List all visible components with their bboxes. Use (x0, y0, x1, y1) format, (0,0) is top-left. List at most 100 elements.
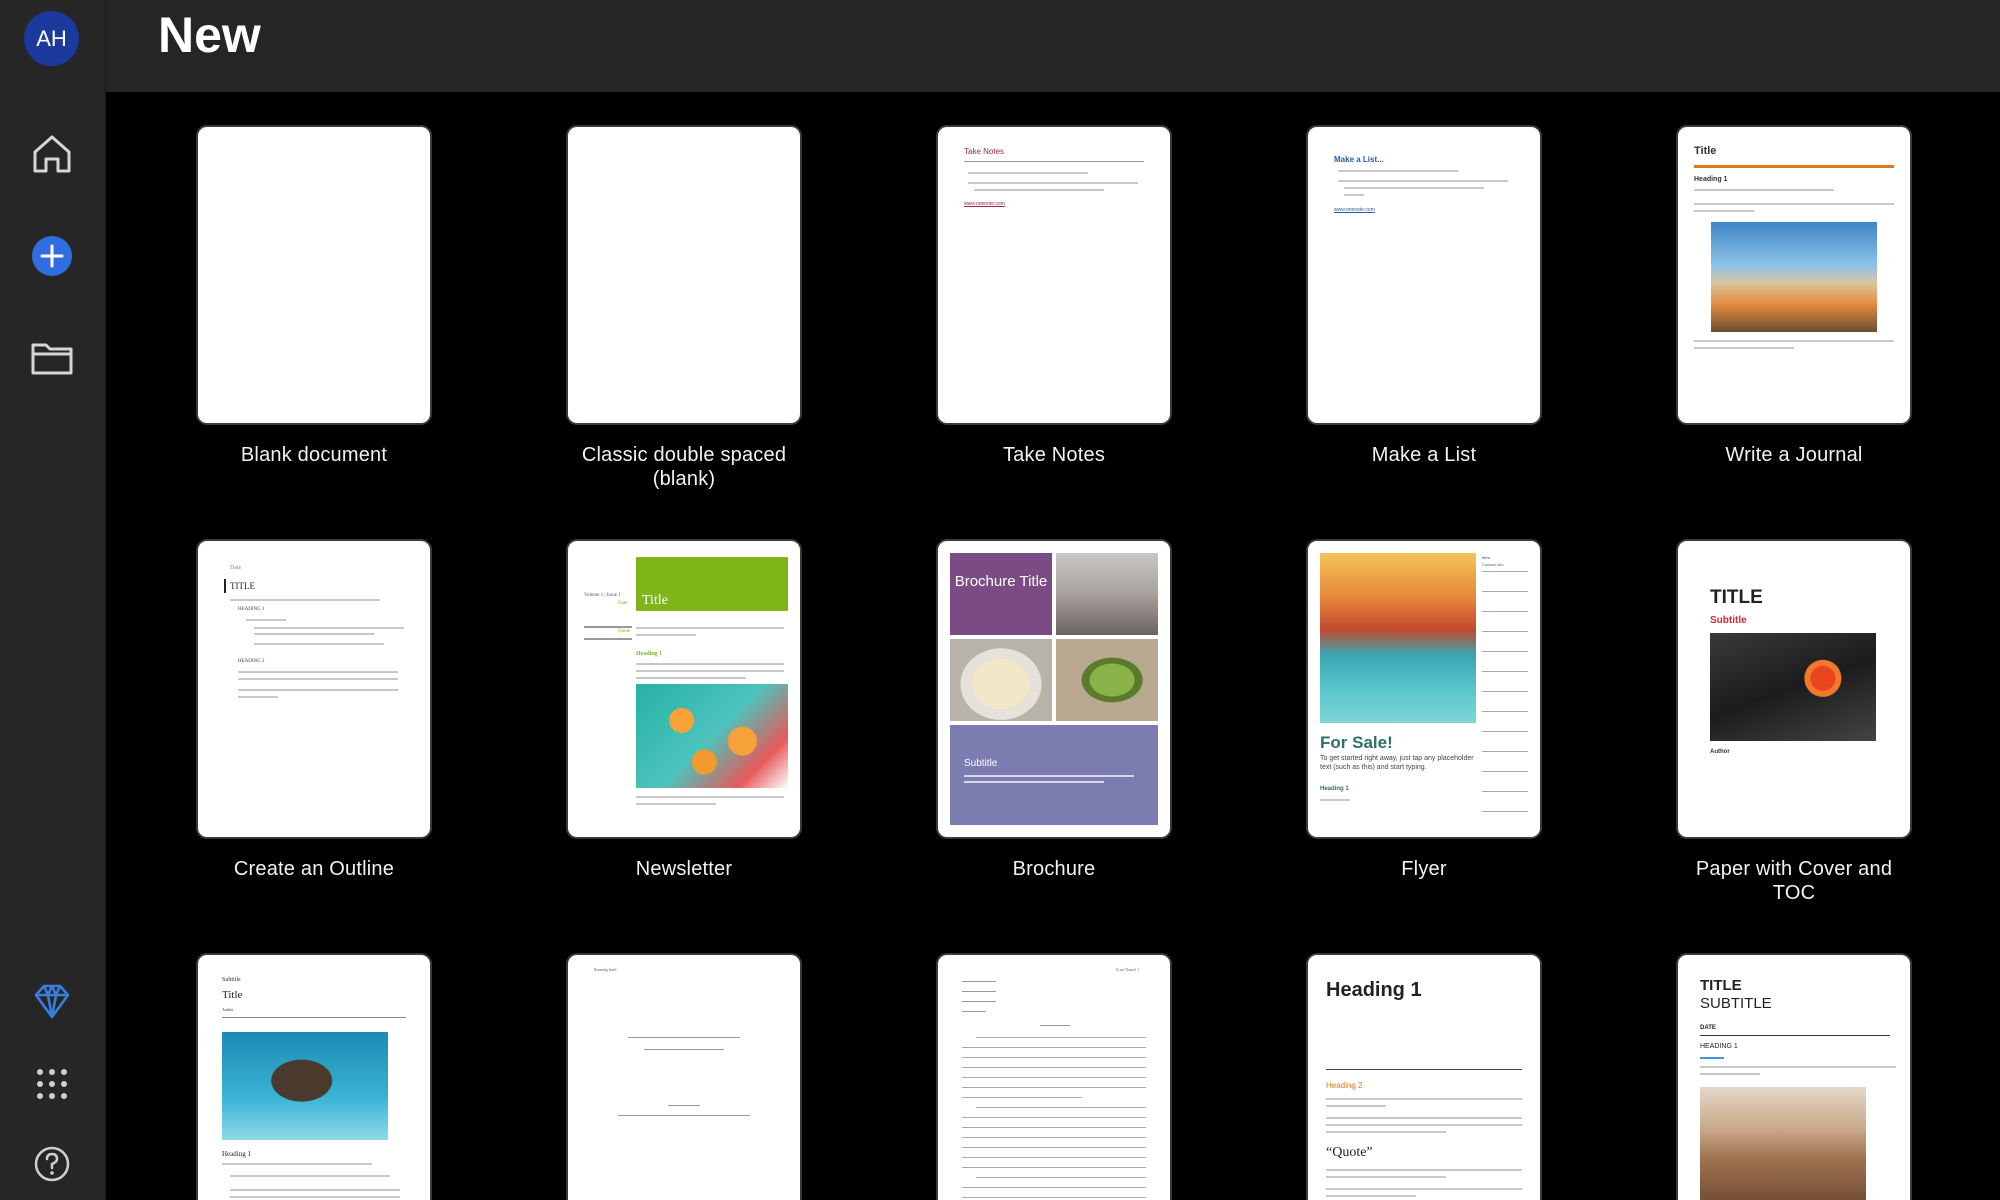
thumb-subtitle: Subtitle (964, 758, 998, 769)
thumb-photo (1320, 553, 1476, 723)
thumb-heading: Heading 1 (1320, 786, 1349, 792)
thumb-photo (1700, 1087, 1866, 1200)
thumb-subtitle: Subtitle (1710, 615, 1747, 626)
apps-button[interactable] (22, 1054, 82, 1114)
template-brochure[interactable]: Brochure Title Subtitle Brochure (938, 541, 1170, 881)
template-thumbnail[interactable]: Take Notes www.onenote.com (938, 127, 1170, 423)
thumb-heading: Heading 1 (1694, 176, 1728, 183)
template-thumbnail[interactable]: Subtitle Title Author Heading 1 (198, 955, 430, 1200)
thumb-title: Title (642, 593, 668, 608)
diamond-icon (34, 984, 70, 1019)
template-label: Take Notes (1002, 444, 1106, 466)
help-icon (34, 1146, 70, 1182)
template-thumbnail[interactable]: Heading 1 Heading 2 “Quote” (1308, 955, 1540, 1200)
template-thumbnail[interactable]: Running head (568, 955, 800, 1200)
template-label: Newsletter (635, 858, 733, 880)
template-thumbnail[interactable]: Title Heading 1 (1678, 127, 1910, 423)
grid-dots-icon (37, 1069, 67, 1099)
template-create-an-outline[interactable]: Date TITLE HEADING 1 HEADING 2 Create an… (198, 541, 430, 881)
template-row3-5[interactable]: TITLE SUBTITLE DATE HEADING 1 (1678, 955, 1910, 1200)
thumb-title: Title (1694, 145, 1717, 157)
thumb-photo-pasta (950, 639, 1052, 721)
open-button[interactable] (22, 328, 82, 388)
thumb-h1: HEADING 1 (238, 607, 265, 612)
home-button[interactable] (22, 124, 82, 184)
header: New (106, 0, 2000, 92)
home-icon (33, 135, 71, 173)
template-take-notes[interactable]: Take Notes www.onenote.com Take Notes (938, 127, 1170, 467)
word-app: AH New Blank document Classic double spa… (0, 0, 2000, 1200)
template-write-a-journal[interactable]: Title Heading 1 Write a Journal (1678, 127, 1910, 467)
template-newsletter[interactable]: Title Volume 1 | Issue 1 Date Quote Head… (568, 541, 800, 881)
thumb-photo (1710, 633, 1876, 741)
template-classic-double-spaced[interactable]: Classic double spaced (blank) (568, 127, 800, 491)
thumb-photo (636, 684, 788, 788)
thumb-title: TITLE (1700, 977, 1742, 994)
thumb-heading: Heading 1 (222, 1150, 251, 1158)
avatar[interactable]: AH (24, 11, 79, 66)
thumb-header: [Last Name] 1 (1116, 967, 1140, 972)
thumb-title: Make a List... (1334, 155, 1384, 164)
thumb-date: Date (230, 565, 242, 571)
thumb-heading: HEADING 1 (1700, 1043, 1738, 1050)
template-thumbnail[interactable]: Brochure Title Subtitle (938, 541, 1170, 837)
thumb-title: For Sale! (1320, 733, 1393, 752)
thumb-title: Heading 1 (1326, 979, 1422, 1001)
template-flyer[interactable]: For Sale! To get started right away, jus… (1308, 541, 1540, 881)
thumb-link: www.onenote.com (964, 201, 1005, 207)
thumb-title: TITLE (230, 581, 255, 591)
thumb-body: To get started right away, just tap any … (1320, 755, 1474, 771)
template-thumbnail[interactable]: Date TITLE HEADING 1 HEADING 2 (198, 541, 430, 837)
thumb-photo-glasses (1056, 553, 1158, 635)
thumb-title: TITLE (1710, 587, 1763, 608)
thumb-quote: “Quote” (1326, 1145, 1373, 1160)
thumb-header: Running head (594, 967, 617, 972)
thumb-subtitle: SUBTITLE (1700, 995, 1772, 1012)
template-grid: Blank document Classic double spaced (bl… (106, 92, 2000, 1200)
template-label: Paper with Cover and TOC (1695, 858, 1893, 904)
template-thumbnail[interactable]: Title Volume 1 | Issue 1 Date Quote Head… (568, 541, 800, 837)
template-row3-3[interactable]: [Last Name] 1 (938, 955, 1170, 1200)
thumb-sidebar-list: Item Contact Info (1482, 555, 1530, 825)
thumb-date: DATE (1700, 1025, 1716, 1031)
folder-icon (31, 343, 73, 375)
premium-button[interactable] (22, 971, 82, 1031)
plus-circle-icon (32, 236, 72, 276)
template-thumbnail[interactable] (198, 127, 430, 423)
template-label: Classic double spaced (blank) (581, 444, 787, 490)
template-row3-2[interactable]: Running head (568, 955, 800, 1200)
thumb-volume: Volume 1 | Issue 1 (584, 593, 621, 598)
thumb-title: Brochure Title (954, 573, 1048, 590)
template-label: Write a Journal (1725, 444, 1863, 466)
thumb-h2: HEADING 2 (238, 659, 265, 664)
thumb-h2: Heading 2 (1326, 1081, 1363, 1090)
thumb-author: Author (222, 1007, 234, 1012)
thumb-date: Date (618, 601, 628, 606)
template-row3-1[interactable]: Subtitle Title Author Heading 1 (198, 955, 430, 1200)
template-label: Flyer (1401, 858, 1447, 880)
template-thumbnail[interactable]: TITLE Subtitle Author (1678, 541, 1910, 837)
thumb-title-block (950, 553, 1052, 635)
thumb-quote: Quote (618, 629, 631, 634)
template-paper-with-cover-and-toc[interactable]: TITLE Subtitle Author Paper with Cover a… (1678, 541, 1910, 905)
thumb-heading: Heading 1 (636, 651, 663, 657)
template-label: Create an Outline (233, 858, 395, 880)
template-label: Make a List (1371, 444, 1477, 466)
thumb-photo (222, 1032, 388, 1140)
template-blank-document[interactable]: Blank document (198, 127, 430, 467)
template-make-a-list[interactable]: Make a List... www.onenote.com Make a Li… (1308, 127, 1540, 467)
help-button[interactable] (22, 1134, 82, 1194)
thumb-link: www.onenote.com (1334, 207, 1375, 213)
thumb-title: Take Notes (964, 147, 1005, 156)
template-label: Brochure (1012, 858, 1096, 880)
template-thumbnail[interactable]: TITLE SUBTITLE DATE HEADING 1 (1678, 955, 1910, 1200)
thumb-subtitle: Subtitle (222, 977, 241, 983)
sidebar: AH (0, 0, 106, 1200)
template-thumbnail[interactable]: Make a List... www.onenote.com (1308, 127, 1540, 423)
template-thumbnail[interactable]: For Sale! To get started right away, jus… (1308, 541, 1540, 837)
new-button[interactable] (22, 226, 82, 286)
thumb-title: Title (222, 989, 243, 1001)
template-thumbnail[interactable]: [Last Name] 1 (938, 955, 1170, 1200)
template-row3-4[interactable]: Heading 1 Heading 2 “Quote” (1308, 955, 1540, 1200)
template-thumbnail[interactable] (568, 127, 800, 423)
